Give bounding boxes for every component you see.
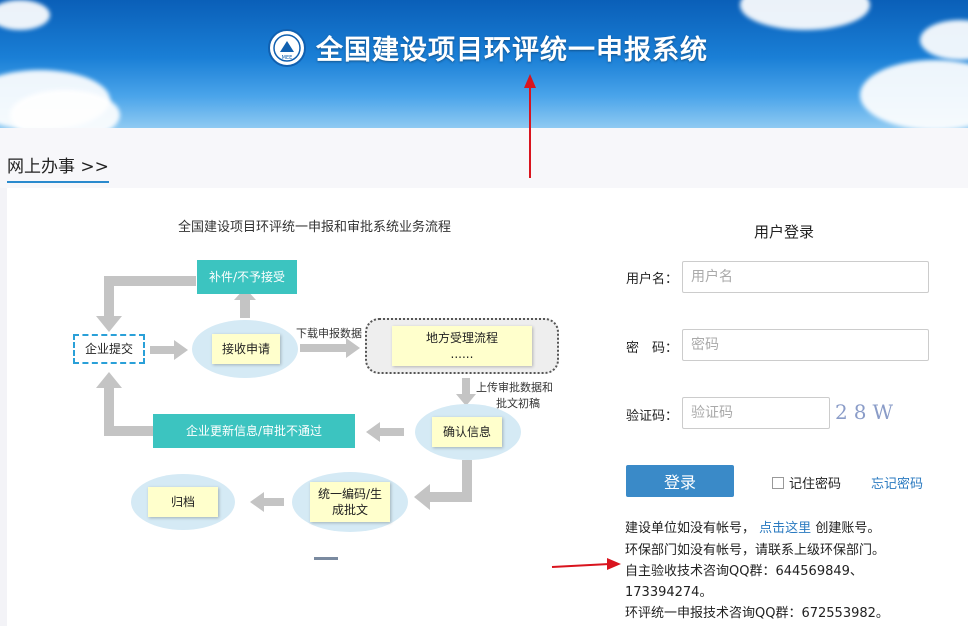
captcha-input[interactable] xyxy=(682,397,830,429)
remember-label: 记住密码 xyxy=(789,477,842,492)
remember-checkbox[interactable] xyxy=(772,476,784,489)
flow-label-upload-1: 上传审批数据和 xyxy=(476,381,553,394)
annotation-arrowhead-right xyxy=(607,558,621,570)
remember-password[interactable]: 记住密码 xyxy=(772,473,841,492)
arrowhead xyxy=(174,340,188,360)
carousel-indicator[interactable] xyxy=(314,557,338,560)
flow-node-submit: 企业提交 xyxy=(73,334,145,364)
captcha-label: 验证码： xyxy=(626,409,679,424)
info-line1-pre: 建设单位如没有帐号， xyxy=(625,521,756,536)
flow-label-upload-2: 批文初稿 xyxy=(496,397,540,410)
flow-local-label: 地方受理流程 xyxy=(425,331,498,345)
login-title: 用户登录 xyxy=(754,223,815,241)
flow-node-supplement: 补件/不予接受 xyxy=(197,260,297,294)
username-input[interactable] xyxy=(682,261,929,293)
arrowhead xyxy=(96,372,122,388)
captcha-text: 28W xyxy=(835,400,900,424)
arrowhead xyxy=(250,492,264,512)
info-line-3: 自主验收技术咨询QQ群：644569849、 xyxy=(625,564,863,579)
arrow-segment xyxy=(262,498,284,506)
arrow-segment xyxy=(104,276,196,286)
password-label: 密 码： xyxy=(626,341,679,356)
arrow-segment xyxy=(104,276,114,318)
arrowhead xyxy=(414,484,430,510)
forgot-password-link[interactable]: 忘记密码 xyxy=(871,473,923,492)
info-line-1: 建设单位如没有帐号， 点击这里 创建账号。 xyxy=(625,519,880,538)
username-label: 用户名： xyxy=(626,272,679,287)
annotation-arrow-up xyxy=(529,84,531,178)
flow-arrows xyxy=(96,276,476,512)
arrowhead xyxy=(366,422,380,442)
login-button[interactable]: 登录 xyxy=(626,465,734,497)
captcha-image[interactable]: 28W xyxy=(835,397,927,427)
flow-encode-line-2: 成批文 xyxy=(331,503,368,517)
flow-node-update: 企业更新信息/审批不通过 xyxy=(153,414,355,448)
register-link[interactable]: 点击这里 xyxy=(759,521,811,536)
flow-node-local-process: 地方受理流程 ...... xyxy=(392,326,532,366)
annotation-arrowhead-up xyxy=(524,74,536,88)
arrow-segment xyxy=(462,378,470,396)
flow-node-encode: 统一编码/生 成批文 xyxy=(310,482,390,522)
flow-node-receive: 接收申请 xyxy=(212,334,280,364)
flow-node-archive: 归档 xyxy=(148,487,218,517)
flow-encode-line-1: 统一编码/生 xyxy=(317,487,383,501)
arrow-segment xyxy=(426,492,472,502)
arrow-segment xyxy=(378,428,404,436)
info-line-5: 环评统一申报技术咨询QQ群：672553982。 xyxy=(625,606,889,621)
info-line-2: 环保部门如没有帐号，请联系上级环保部门。 xyxy=(625,543,886,558)
arrowhead xyxy=(96,316,122,332)
flow-label-download: 下载申报数据 xyxy=(296,327,362,340)
info-line1-post: 创建账号。 xyxy=(815,521,881,536)
password-input[interactable] xyxy=(682,329,929,361)
arrowhead xyxy=(346,338,360,358)
flow-local-dots: ...... xyxy=(450,347,474,361)
arrow-segment xyxy=(300,344,348,352)
flow-node-confirm: 确认信息 xyxy=(432,417,502,447)
arrow-segment xyxy=(104,384,114,436)
info-line-4: 173394274。 xyxy=(625,585,713,600)
arrow-segment xyxy=(150,346,176,354)
